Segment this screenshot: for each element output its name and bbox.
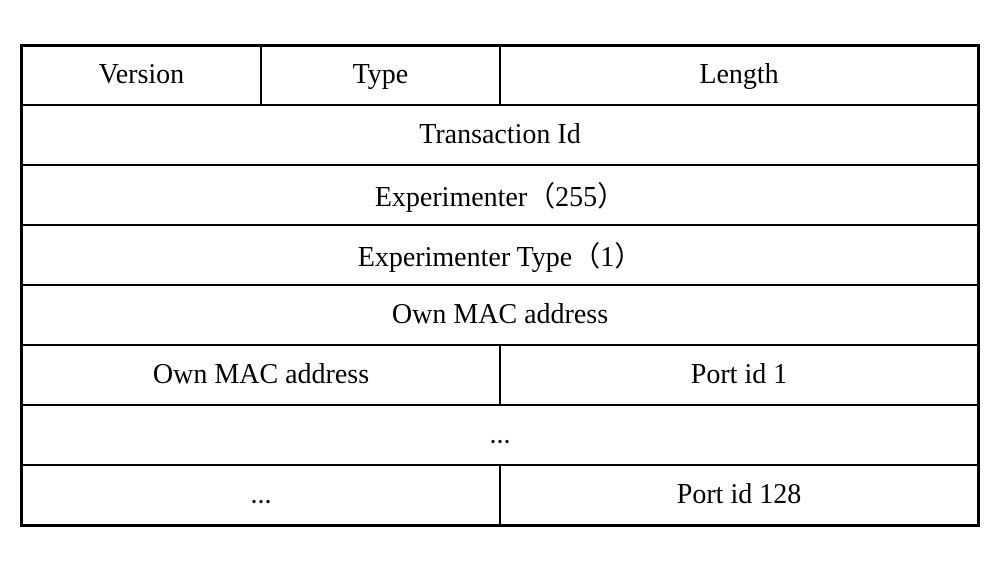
field-experimenter-type: Experimenter Type（1） (22, 225, 979, 285)
field-ellipsis-half: ... (22, 465, 501, 525)
field-own-mac-half: Own MAC address (22, 345, 501, 405)
experimenter-row: Experimenter（255） (22, 165, 979, 225)
header-row: Version Type Length (22, 45, 979, 105)
field-ellipsis-full: ... (22, 405, 979, 465)
field-length: Length (500, 45, 979, 105)
experimenter-type-row: Experimenter Type（1） (22, 225, 979, 285)
own-mac-full-row: Own MAC address (22, 285, 979, 345)
field-version: Version (22, 45, 261, 105)
field-port-id-128: Port id 128 (500, 465, 979, 525)
ellipsis-full-row: ... (22, 405, 979, 465)
transaction-id-row: Transaction Id (22, 105, 979, 165)
field-port-id-1: Port id 1 (500, 345, 979, 405)
field-own-mac-full: Own MAC address (22, 285, 979, 345)
own-mac-port-row: Own MAC address Port id 1 (22, 345, 979, 405)
field-type: Type (261, 45, 500, 105)
field-experimenter: Experimenter（255） (22, 165, 979, 225)
field-transaction-id: Transaction Id (22, 105, 979, 165)
packet-structure-table: Version Type Length Transaction Id Exper… (20, 44, 980, 527)
ellipsis-port-row: ... Port id 128 (22, 465, 979, 525)
